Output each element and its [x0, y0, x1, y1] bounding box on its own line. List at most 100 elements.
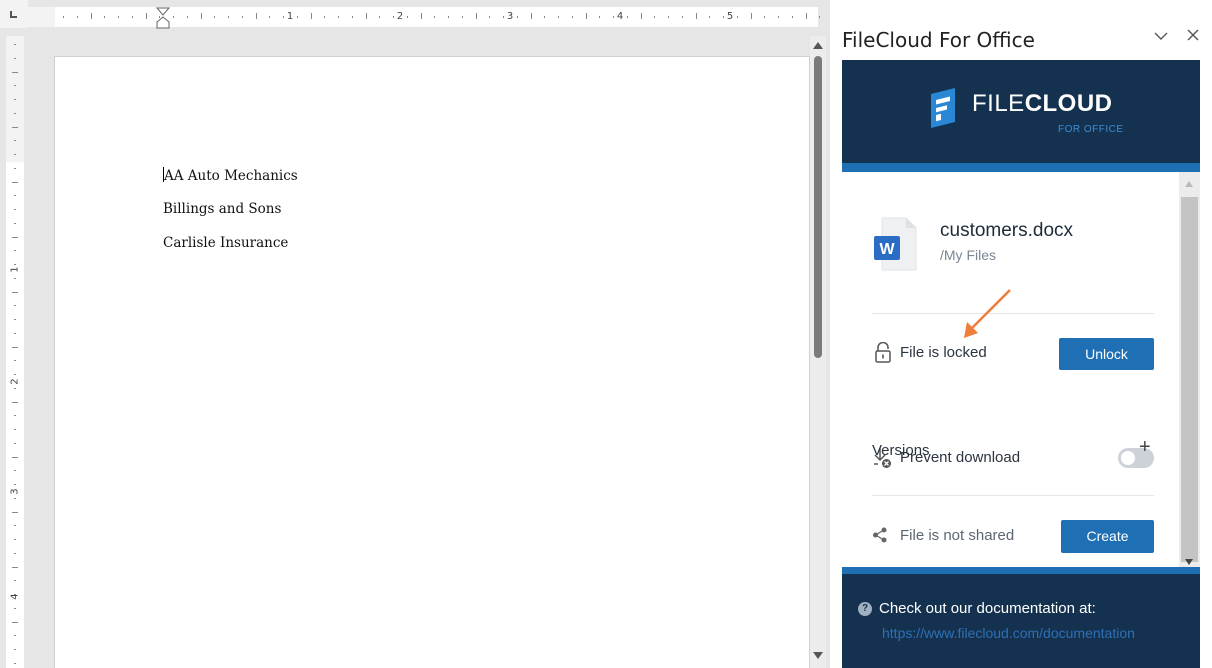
footer-divider-bar [842, 567, 1200, 574]
ruler-number: 4 [616, 11, 624, 22]
ruler-tick [104, 16, 106, 18]
versions-label[interactable]: Versions [872, 442, 930, 459]
vertical-ruler[interactable]: 1 2 3 4 [6, 36, 24, 668]
scroll-thumb[interactable] [1181, 197, 1198, 562]
chevron-down-icon[interactable] [1150, 24, 1172, 46]
scroll-down-icon[interactable] [813, 652, 823, 659]
ruler-tick [736, 16, 738, 18]
ruler-tick [448, 16, 449, 18]
vertical-ruler-tick [14, 140, 16, 142]
ruler-tick [338, 16, 339, 18]
vertical-ruler-tick [14, 250, 16, 252]
vertical-ruler-tick [14, 484, 16, 485]
document-scrollbar[interactable] [810, 36, 826, 668]
create-share-button[interactable]: Create [1061, 520, 1154, 553]
ruler-tick [778, 16, 779, 18]
vertical-ruler-tick [14, 319, 16, 320]
vertical-ruler-tick [12, 401, 18, 403]
vertical-ruler-tick [14, 525, 16, 527]
vertical-ruler-tick [14, 374, 16, 375]
scroll-down-icon[interactable] [1185, 559, 1193, 565]
vertical-ruler-tick [14, 470, 16, 472]
file-name: customers.docx [940, 220, 1074, 241]
ruler-tick [241, 16, 243, 18]
document-line[interactable]: AA Auto Mechanics [163, 167, 298, 184]
ruler-tick [131, 16, 133, 18]
scroll-up-icon[interactable] [1185, 181, 1193, 187]
ruler-tick [255, 13, 257, 19]
vertical-ruler-tick [14, 305, 16, 307]
ruler-tick [461, 16, 463, 18]
document-line[interactable]: Carlisle Insurance [163, 235, 288, 251]
vertical-ruler-tick [12, 236, 18, 238]
vertical-ruler-tick [14, 662, 16, 664]
vertical-ruler-tick [12, 291, 18, 293]
ruler-tick [365, 13, 367, 19]
ruler-number: 5 [726, 11, 734, 22]
ruler-number: 3 [506, 11, 514, 22]
ruler-tick [585, 13, 587, 19]
ruler-tick [90, 13, 92, 19]
lock-status: File is locked [900, 344, 987, 361]
ruler-tick [214, 16, 216, 18]
ruler-tick [324, 16, 326, 18]
ruler-tick [723, 16, 724, 18]
vertical-ruler-number: 3 [9, 488, 21, 495]
ruler-number: 2 [396, 11, 404, 22]
expand-versions-icon[interactable]: + [1139, 436, 1151, 459]
ruler-tick [489, 16, 491, 18]
ruler-tick [668, 16, 669, 18]
ruler-tick [351, 16, 353, 18]
pane-header: FileCloud For Office [830, 0, 1212, 60]
ruler-tick [805, 13, 807, 19]
ruler-tick [475, 13, 477, 19]
ruler-tick [613, 16, 614, 18]
ruler-tick [558, 16, 559, 18]
documentation-link[interactable]: https://www.filecloud.com/documentation [882, 625, 1135, 641]
ruler-tick [626, 16, 628, 18]
divider [872, 495, 1154, 496]
vertical-ruler-tick [12, 456, 18, 458]
vertical-ruler-tick [14, 594, 16, 595]
ruler-tick [434, 16, 436, 18]
ruler-tick [791, 16, 793, 18]
document-line[interactable]: Billings and Sons [163, 201, 281, 217]
filecloud-logo-icon [931, 88, 955, 128]
vertical-ruler-tick [14, 552, 16, 554]
file-info-card: W customers.docx /My Files File is locke… [842, 172, 1200, 567]
vertical-ruler-tick [14, 85, 16, 87]
vertical-ruler-tick [14, 415, 16, 417]
ruler-tick [173, 16, 174, 18]
document-page[interactable]: AA Auto Mechanics Billings and Sons Carl… [54, 56, 810, 668]
ruler-tick [145, 13, 147, 19]
ruler-tick [118, 16, 119, 18]
vertical-ruler-tick [12, 71, 18, 73]
ruler-tick [269, 16, 271, 18]
ruler-tick [764, 16, 766, 18]
card-scrollbar[interactable] [1179, 172, 1200, 567]
ruler-tick [681, 16, 683, 18]
scroll-up-icon[interactable] [813, 42, 823, 49]
lock-icon [875, 342, 891, 363]
brand-divider-bar [842, 163, 1200, 172]
indent-marker-icon[interactable] [156, 7, 170, 29]
ruler-tick [200, 13, 202, 19]
unlock-button[interactable]: Unlock [1059, 338, 1154, 370]
brand-name-light: FILE [972, 90, 1025, 117]
tab-selector[interactable] [0, 0, 28, 28]
ruler-tick [516, 16, 518, 18]
documentation-text: Check out our documentation at: [879, 600, 1096, 617]
left-tab-icon [10, 11, 17, 18]
vertical-ruler-tick [14, 209, 16, 210]
ruler-tick [819, 16, 821, 18]
vertical-ruler-tick [14, 649, 16, 650]
brand-subtitle: FOR OFFICE [1058, 124, 1124, 135]
vertical-ruler-tick [14, 580, 16, 582]
scroll-thumb[interactable] [814, 56, 822, 358]
close-icon[interactable] [1182, 24, 1204, 46]
vertical-ruler-tick [14, 635, 16, 637]
horizontal-ruler[interactable]: 1 2 3 4 5 6 [28, 7, 821, 29]
vertical-ruler-number: 4 [9, 593, 21, 600]
ruler-tick [640, 13, 642, 19]
ruler-tick [695, 13, 697, 19]
